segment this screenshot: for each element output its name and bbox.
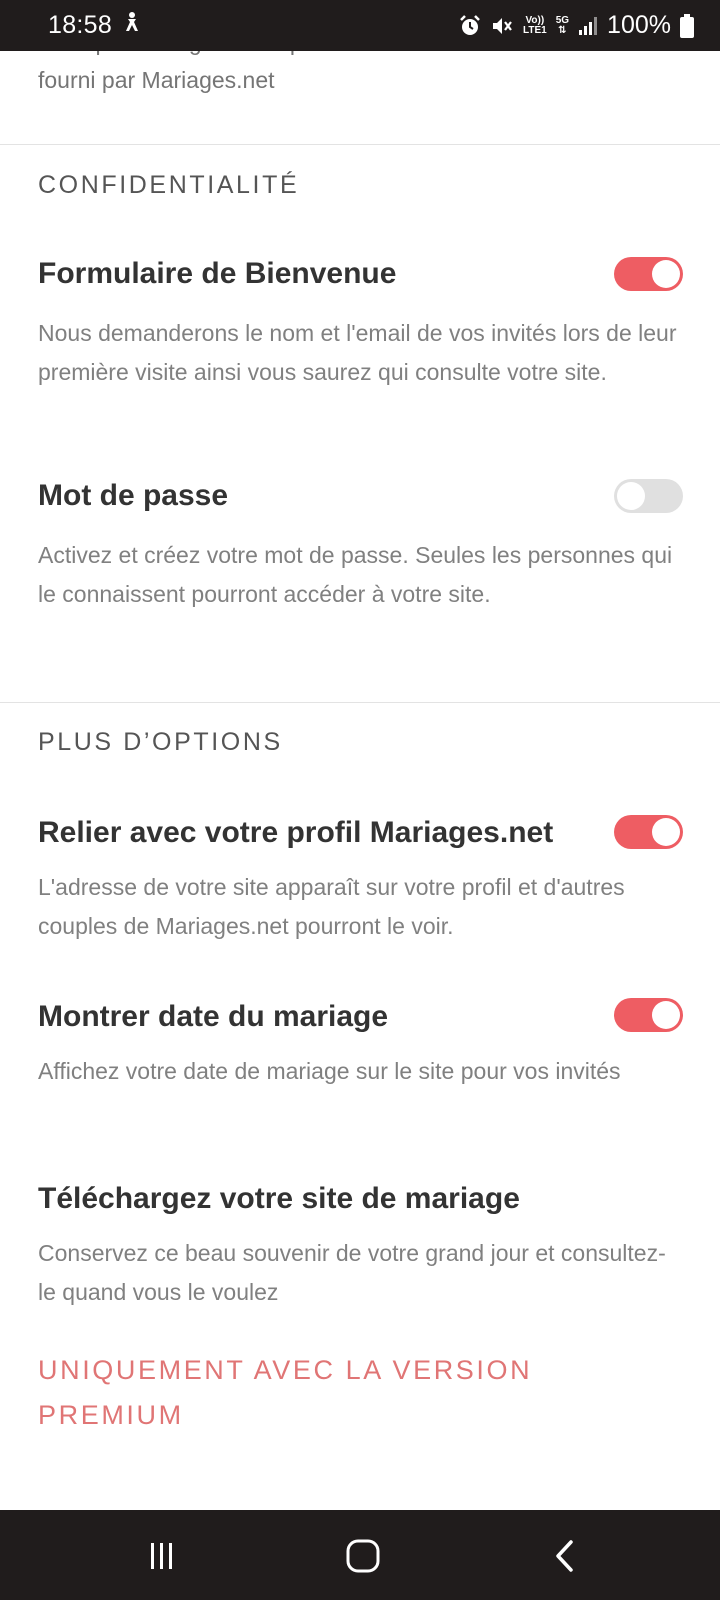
link-profile-title: Relier avec votre profil Mariages.net <box>38 816 554 849</box>
show-date-description: Affichez votre date de mariage sur le si… <box>38 1058 621 1084</box>
show-date-toggle[interactable] <box>614 998 683 1032</box>
link-profile-toggle[interactable] <box>614 815 683 849</box>
premium-only-link[interactable]: UNIQUEMENT AVEC LA VERSION PREMIUM <box>38 1348 598 1438</box>
navigation-bar <box>0 1510 720 1600</box>
network-5g: 5G ⇅ <box>555 14 570 36</box>
welcome-form-title: Formulaire de Bienvenue <box>38 257 397 290</box>
welcome-form-description: Nous demanderons le nom et l'email de vo… <box>38 320 677 385</box>
welcome-form-toggle[interactable] <box>614 257 683 291</box>
network-5g-label: 5G <box>555 14 570 26</box>
section-title-more-options: PLUS D’OPTIONS <box>38 728 283 756</box>
section-title-privacy: CONFIDENTIALITÉ <box>38 171 300 199</box>
network-lte: LTE1 <box>522 24 547 36</box>
home-icon[interactable] <box>341 1534 385 1578</box>
password-description: Activez et créez votre mot de passe. Seu… <box>38 542 673 607</box>
password-toggle[interactable] <box>614 479 683 513</box>
status-bar: 18:58 Vo)) LTE1 5G ⇅ 100% <box>0 0 720 51</box>
toggle-knob <box>617 482 645 510</box>
link-profile-description: L'adresse de votre site apparaît sur vot… <box>38 874 625 939</box>
show-date-title: Montrer date du mariage <box>38 1000 389 1033</box>
network-volte: Vo)) <box>525 14 545 26</box>
toggle-knob <box>652 1001 680 1029</box>
status-time: 18:58 <box>48 11 113 39</box>
recents-icon[interactable] <box>140 1534 184 1578</box>
toggle-knob <box>652 260 680 288</box>
domain-description: Vous pouvez également personnaliser le n… <box>38 51 630 93</box>
accessibility-icon <box>122 11 142 40</box>
mute-icon <box>490 15 514 37</box>
alarm-icon <box>459 14 481 37</box>
data-arrows-icon: ⇅ <box>558 24 567 36</box>
download-title: Téléchargez votre site de mariage <box>38 1182 520 1215</box>
signal-icon <box>578 16 598 36</box>
section-divider <box>0 144 720 145</box>
status-right: Vo)) LTE1 5G ⇅ 100% <box>459 11 694 40</box>
password-title: Mot de passe <box>38 479 229 512</box>
toggle-knob <box>652 818 680 846</box>
status-left: 18:58 <box>48 11 142 40</box>
settings-content[interactable]: Vous pouvez également personnaliser le n… <box>0 51 720 1510</box>
network-indicator: Vo)) LTE1 <box>522 14 547 36</box>
battery-percent: 100% <box>607 11 671 39</box>
section-divider <box>0 702 720 703</box>
back-icon[interactable] <box>543 1534 587 1578</box>
download-description: Conservez ce beau souvenir de votre gran… <box>38 1240 666 1305</box>
battery-icon <box>680 13 694 38</box>
